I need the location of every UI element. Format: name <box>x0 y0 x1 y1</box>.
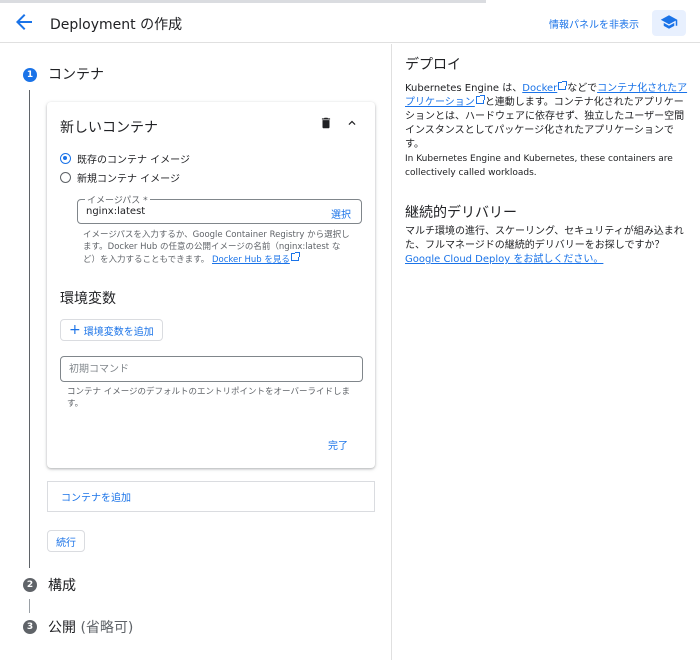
container-card: 新しいコンテナ 既存のコンテナ イメージ 新規コンテナ イメージ イメージパス … <box>47 102 375 468</box>
done-button[interactable]: 完了 <box>328 437 348 452</box>
add-env-label: 環境変数を追加 <box>83 326 154 338</box>
deploy-title: デプロイ <box>405 57 461 73</box>
external-link-icon <box>558 81 568 90</box>
delete-icon[interactable] <box>319 116 333 133</box>
form-column: 1 コンテナ 新しいコンテナ 既存のコンテナ イメージ 新規コンテナ イメージ … <box>0 44 392 660</box>
deploy-text: Kubernetes Engine は、 <box>405 83 523 94</box>
page-header: Deployment の作成 情報パネルを非表示 <box>0 0 700 43</box>
step-3-label-text: 公開 <box>48 620 76 636</box>
step-connector <box>29 90 30 568</box>
card-title: 新しいコンテナ <box>60 120 158 136</box>
docker-hub-link[interactable]: Docker Hub を見る <box>212 255 290 265</box>
initial-command-field[interactable] <box>60 356 363 382</box>
external-link-icon <box>290 252 300 261</box>
step-connector <box>29 599 30 613</box>
step-3-label[interactable]: 公開 (省略可) <box>48 617 133 637</box>
radio-selected-indicator <box>60 153 71 164</box>
plus-icon: + <box>69 322 81 338</box>
page-title: Deployment の作成 <box>50 17 183 33</box>
deploy-text: などで <box>567 83 598 94</box>
docker-link[interactable]: Docker <box>522 83 557 94</box>
add-container-button[interactable]: コンテナを追加 <box>47 481 375 512</box>
step-3-number: 3 <box>23 620 37 634</box>
image-path-help: イメージパスを入力するか、Google Container Registry か… <box>83 229 351 266</box>
radio-existing-image[interactable]: 既存のコンテナ イメージ <box>60 151 190 166</box>
radio-unselected-indicator <box>60 172 71 183</box>
workloads-note: In Kubernetes Engine and Kubernetes, the… <box>405 154 673 178</box>
image-path-field[interactable]: イメージパス * nginx:latest 選択 <box>77 193 362 224</box>
initial-command-input[interactable] <box>61 357 362 381</box>
radio-existing-label: 既存のコンテナ イメージ <box>77 155 190 166</box>
cloud-deploy-link[interactable]: Google Cloud Deploy をお試しください。 <box>405 254 603 265</box>
step-2-number: 2 <box>23 578 37 592</box>
external-link-icon <box>475 95 485 104</box>
select-image-button[interactable]: 選択 <box>331 206 351 221</box>
back-arrow-icon[interactable] <box>12 10 36 34</box>
env-vars-title: 環境変数 <box>60 291 116 307</box>
school-icon <box>660 13 678 34</box>
image-path-label: イメージパス * <box>85 193 150 206</box>
hide-info-panel-link[interactable]: 情報パネルを非表示 <box>549 16 639 31</box>
continue-button[interactable]: 続行 <box>47 530 85 552</box>
step-1-label[interactable]: コンテナ <box>48 64 104 84</box>
learning-mode-button[interactable] <box>652 10 686 36</box>
initial-command-help: コンテナ イメージのデフォルトのエントリポイントをオーバーライドします。 <box>67 387 350 409</box>
continuous-delivery-title: 継続的デリバリー <box>405 205 517 221</box>
step-1-number: 1 <box>23 68 37 82</box>
deploy-description: Kubernetes Engine は、Docker などでコンテナ化されたアプリ… <box>405 81 689 152</box>
add-env-var-button[interactable]: + 環境変数を追加 <box>60 319 163 341</box>
radio-new-label: 新規コンテナ イメージ <box>77 174 180 185</box>
cd-text: マルチ環境の進行、スケーリング、セキュリティが組み込まれた、フルマネージドの継続… <box>405 226 684 251</box>
image-path-value[interactable]: nginx:latest <box>86 206 145 217</box>
step-2-label[interactable]: 構成 <box>48 575 76 595</box>
continuous-delivery-text: マルチ環境の進行、スケーリング、セキュリティが組み込まれた、フルマネージドの継続… <box>405 225 689 267</box>
chevron-up-icon[interactable] <box>345 116 359 133</box>
radio-new-image[interactable]: 新規コンテナ イメージ <box>60 170 180 185</box>
step-3-optional: (省略可) <box>76 620 134 636</box>
